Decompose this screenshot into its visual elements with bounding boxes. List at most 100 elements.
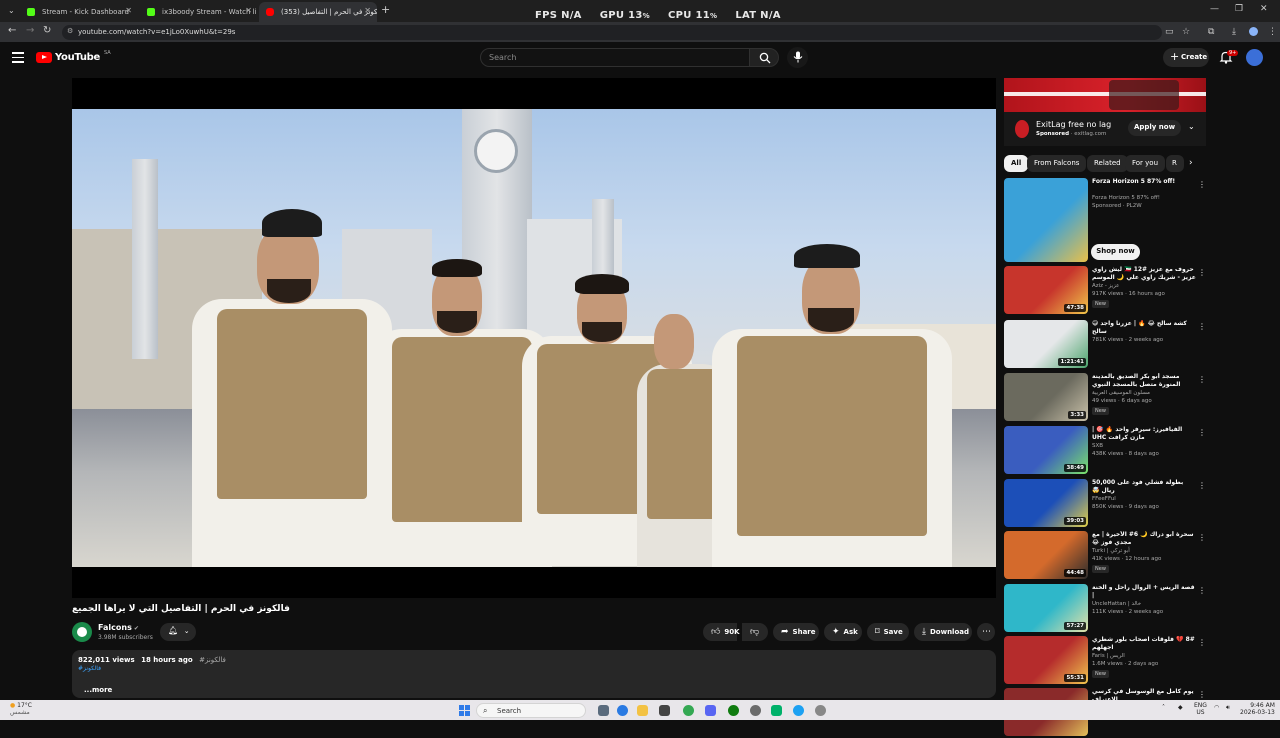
apply-now-button[interactable]: Apply now — [1128, 120, 1181, 136]
more-vertical-icon[interactable]: ⋮ — [1198, 322, 1206, 331]
recommended-title[interactable]: سحرة أبو دراك 🌙 6# الأخيرة | مع مجدي فوز… — [1092, 531, 1196, 547]
channel-avatar[interactable] — [72, 622, 92, 642]
chip-from-falcons[interactable]: From Falcons — [1027, 155, 1087, 172]
recommended-video[interactable]: 38:49 الفيافيرز: سيرفر واحد 🔥 🎯 | مازن كر… — [1004, 426, 1214, 476]
tray-app-icon[interactable]: ◆ — [1178, 704, 1183, 711]
recommended-title[interactable]: الفيافيرز: سيرفر واحد 🔥 🎯 | مازن كرافت U… — [1092, 426, 1196, 442]
maximize-icon[interactable]: ❐ — [1235, 4, 1243, 14]
recommended-title[interactable]: كشة سالح 😂 🔥 | عزرنا واجد 😅 سالح — [1092, 320, 1196, 336]
video-thumbnail[interactable]: 38:49 — [1004, 426, 1088, 474]
recommended-title[interactable]: حروف مع عزيز #12 🇰🇼 ليش راوي عزيز - شريك… — [1092, 266, 1196, 282]
wifi-icon[interactable]: ◠ — [1214, 704, 1219, 711]
chip-all[interactable]: All — [1004, 155, 1029, 172]
volume-icon[interactable]: 🔊︎ — [1226, 704, 1230, 712]
more-vertical-icon[interactable]: ⋮ — [1198, 268, 1206, 277]
more-vertical-icon[interactable]: ⋮ — [1198, 375, 1206, 384]
taskbar-search[interactable]: ⌕ Search — [476, 703, 586, 718]
more-vertical-icon[interactable]: ⋮ — [1198, 690, 1206, 699]
more-actions-button[interactable]: ⋯ — [977, 623, 995, 641]
extensions-icon[interactable]: ⧉ — [1208, 27, 1214, 37]
browser-tab[interactable]: Stream - Kick Dashboard ✕ — [20, 2, 138, 22]
create-button[interactable]: Create — [1163, 48, 1209, 67]
task-view-icon[interactable] — [598, 705, 609, 716]
close-tab-icon[interactable]: ✕ — [245, 6, 252, 15]
video-thumbnail[interactable]: 57:27 — [1004, 584, 1088, 632]
more-vertical-icon[interactable]: ⋮ — [1198, 533, 1206, 542]
recommended-video[interactable]: 39:03 بطولة فشلي فود على 50,000 ريال 🤯 FFe… — [1004, 479, 1214, 529]
download-icon[interactable]: ⤓ — [1232, 27, 1236, 37]
app-icon[interactable] — [771, 705, 782, 716]
search-button[interactable] — [749, 48, 779, 67]
cast-icon[interactable]: ▭ — [1165, 27, 1174, 37]
file-explorer-icon[interactable] — [637, 705, 648, 716]
forward-icon[interactable]: → — [26, 25, 34, 36]
obs-icon[interactable] — [815, 705, 826, 716]
browser-tab[interactable]: ix3boody Stream - Watch li ✕ — [140, 2, 258, 22]
recommended-title[interactable]: 8# 💔 فلوقات اصحاب بلور شطري اجهلهم — [1092, 636, 1196, 652]
back-icon[interactable]: ← — [8, 25, 16, 36]
recommended-video[interactable]: 3:33 مسجد أبو بكر الصديق بالمدينة المنورة… — [1004, 373, 1214, 423]
recommended-video[interactable]: 57:27 قصة الريس + الروال راحل و الخنة | Un… — [1004, 584, 1214, 634]
recommended-channel[interactable]: مسلون الموسيقى العربية — [1092, 390, 1150, 396]
video-player[interactable] — [72, 78, 996, 598]
download-button[interactable]: ⤓ Download — [914, 623, 972, 641]
video-thumbnail[interactable]: 44:48 — [1004, 531, 1088, 579]
profile-avatar[interactable] — [1249, 27, 1258, 36]
copilot-icon[interactable] — [617, 705, 628, 716]
chevron-down-icon[interactable]: ⌄ — [1188, 122, 1195, 131]
video-thumbnail[interactable]: 55:31 — [1004, 636, 1088, 684]
language-indicator[interactable]: ENG US — [1194, 702, 1207, 716]
recommended-channel[interactable]: Aziz - عزيز — [1092, 283, 1119, 289]
chip-related[interactable]: Related — [1087, 155, 1128, 172]
browser-menu-dots-icon[interactable]: ⋮ — [1268, 27, 1277, 37]
dislike-button[interactable]: 👎︎ — [742, 623, 768, 641]
settings-gear-icon[interactable] — [750, 705, 761, 716]
recommended-video[interactable]: 1:21:41 كشة سالح 😂 🔥 | عزرنا واجد 😅 سالح 7… — [1004, 320, 1214, 370]
chip-for-you[interactable]: For you — [1125, 155, 1166, 172]
video-thumbnail[interactable]: 47:38 — [1004, 266, 1088, 314]
more-vertical-icon[interactable]: ⋮ — [1198, 180, 1206, 189]
close-window-icon[interactable]: ✕ — [1260, 4, 1268, 14]
video-thumbnail[interactable]: 39:03 — [1004, 479, 1088, 527]
recommended-title[interactable]: مسجد أبو بكر الصديق بالمدينة المنورة متص… — [1092, 373, 1196, 389]
system-clock[interactable]: 9:46 AM 2026-03-13 — [1240, 702, 1275, 716]
bookmark-star-icon[interactable]: ☆ — [1182, 27, 1190, 37]
close-tab-icon[interactable]: ✕ — [125, 6, 132, 15]
share-button[interactable]: ➦ Share — [773, 623, 819, 641]
browser-tab-active[interactable]: فالكونز في الحرم | التفاصيل (353) ✕ — [259, 2, 377, 22]
reload-icon[interactable]: ↻ — [43, 25, 51, 36]
windows-start-icon[interactable] — [459, 705, 470, 716]
chevron-up-icon[interactable]: ˄ — [1162, 704, 1165, 711]
youtube-logo[interactable]: YouTube SA — [36, 50, 111, 63]
ask-button[interactable]: ✦ Ask — [824, 623, 862, 641]
recommended-channel[interactable]: SXB — [1092, 443, 1103, 449]
more-vertical-icon[interactable]: ⋮ — [1198, 638, 1206, 647]
weather-widget[interactable]: ● 17°C مشمس — [10, 702, 32, 716]
address-bar[interactable]: ⚙ youtube.com/watch?v=e1jLo0XuwhU&t=29s — [62, 25, 1162, 40]
video-thumbnail[interactable]: 3:33 — [1004, 373, 1088, 421]
search-input[interactable]: Search — [480, 48, 750, 67]
description-hashtag[interactable]: #فالكونز — [78, 665, 101, 672]
recommended-channel[interactable]: UncleHattan | خالد — [1092, 601, 1141, 607]
chrome-icon[interactable] — [683, 705, 694, 716]
ad-banner-image[interactable] — [1004, 78, 1206, 112]
recommended-channel[interactable]: Faris | الريس — [1092, 653, 1125, 659]
recommended-video[interactable]: 55:31 8# 💔 فلوقات اصحاب بلور شطري اجهلهم F… — [1004, 636, 1214, 686]
show-more-link[interactable]: ...more — [84, 686, 112, 694]
like-button[interactable]: 👍︎ 90K — [703, 623, 740, 641]
video-thumbnail[interactable]: 1:21:41 — [1004, 320, 1088, 368]
video-thumbnail[interactable] — [1004, 178, 1088, 262]
browser-menu-icon[interactable]: ⌄ — [8, 6, 15, 15]
chip-partial[interactable]: R — [1166, 155, 1184, 172]
recommended-channel[interactable]: Turki | أبو تركي — [1092, 548, 1130, 554]
recommended-title[interactable]: قصة الريس + الروال راحل و الخنة | — [1092, 584, 1196, 600]
minimize-icon[interactable]: — — [1210, 4, 1219, 14]
more-vertical-icon[interactable]: ⋮ — [1198, 586, 1206, 595]
recommended-title[interactable]: Forza Horizon 5 87% off! — [1092, 178, 1196, 186]
more-vertical-icon[interactable]: ⋮ — [1198, 481, 1206, 490]
store-icon[interactable] — [659, 705, 670, 716]
more-vertical-icon[interactable]: ⋮ — [1198, 428, 1206, 437]
discord-icon[interactable] — [705, 705, 716, 716]
edge-icon[interactable] — [793, 705, 804, 716]
recommended-video[interactable]: 44:48 سحرة أبو دراك 🌙 6# الأخيرة | مع مجد… — [1004, 531, 1214, 581]
